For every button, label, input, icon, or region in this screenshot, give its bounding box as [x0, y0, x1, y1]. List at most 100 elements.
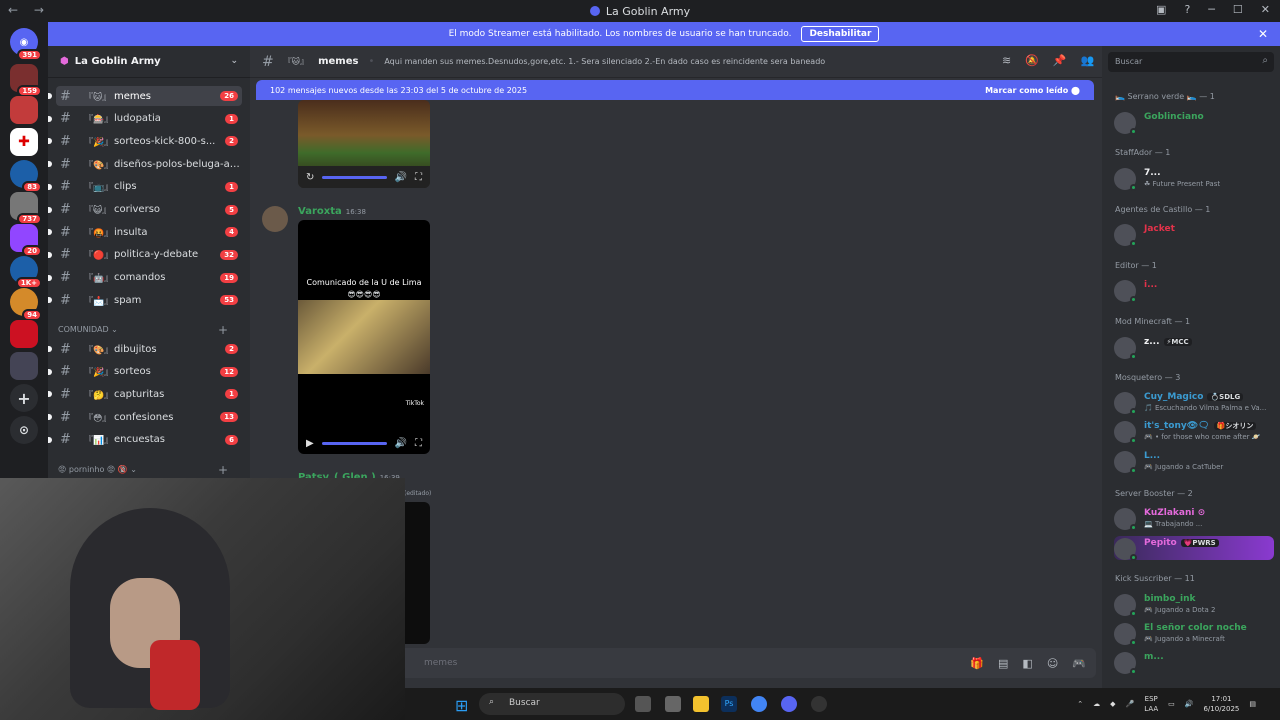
discover-icon[interactable]: ⊙: [10, 416, 38, 444]
sticker-icon[interactable]: ◧: [1022, 657, 1032, 670]
member-item[interactable]: L... 🎮 Jugando a CatTuber: [1114, 449, 1274, 474]
volume-icon[interactable]: 🔊: [1185, 700, 1194, 708]
category-comunidad[interactable]: COMUNIDAD ⌄ +: [58, 323, 228, 337]
fullscreen-icon[interactable]: ⛶: [415, 172, 422, 183]
guild-icon-8[interactable]: 94: [10, 288, 42, 321]
channel-comandos[interactable]: # 『🤖』 comandos 19: [48, 268, 242, 288]
server-header[interactable]: ⬢ La Goblin Army ⌄: [48, 46, 250, 78]
member-item[interactable]: z... ⚡MCC: [1114, 335, 1274, 360]
notification-icon[interactable]: ▤: [1249, 700, 1256, 708]
network-icon[interactable]: ▭: [1168, 700, 1175, 708]
close-banner-icon[interactable]: ✕: [1258, 27, 1268, 41]
guild-icon-2[interactable]: [10, 96, 38, 124]
forward-arrow-icon[interactable]: →: [34, 3, 50, 17]
guild-icon-9[interactable]: [10, 320, 38, 348]
channel-capturitas[interactable]: # 『🤔』 capturitas 1: [48, 384, 242, 404]
guild-icon-6[interactable]: 20: [10, 224, 42, 257]
taskbar-search[interactable]: ⌕ Buscar: [479, 693, 625, 715]
guild-icon-7[interactable]: 1K+: [10, 256, 42, 289]
apps-icon[interactable]: 🎮: [1072, 657, 1086, 670]
channel-confesiones[interactable]: # 『😳』 confesiones 13: [48, 407, 242, 427]
add-channel-icon[interactable]: +: [218, 323, 228, 337]
mark-read-button[interactable]: Marcar como leído ⬤: [985, 86, 1080, 95]
mic-icon[interactable]: 🎤: [1126, 700, 1135, 708]
new-messages-bar[interactable]: 102 mensajes nuevos desde las 23:03 del …: [256, 80, 1094, 100]
chrome-icon[interactable]: [751, 696, 767, 712]
channel-spam[interactable]: # 『📩』 spam 53: [48, 290, 242, 310]
pin-icon[interactable]: 📌: [1053, 54, 1067, 67]
close-window-button[interactable]: ✕: [1261, 3, 1270, 16]
minimize-button[interactable]: ─: [1208, 3, 1215, 16]
channel-encuestas[interactable]: # 『📊』 encuestas 6: [48, 430, 242, 450]
maximize-button[interactable]: ☐: [1233, 3, 1243, 16]
inbox-icon[interactable]: ▣: [1156, 3, 1166, 16]
author-name[interactable]: Varoxta: [298, 206, 342, 217]
shield-icon[interactable]: ◆: [1110, 700, 1115, 708]
threads-icon[interactable]: ≋: [1002, 54, 1011, 67]
member-item[interactable]: m...: [1114, 650, 1274, 675]
video-attachment[interactable]: Comunicado de la U de Lima 😎😎😎😎 TikTok ▶…: [298, 220, 430, 454]
member-item[interactable]: 7... ☘ Future Present Past: [1114, 166, 1274, 191]
cloud-icon[interactable]: ☁: [1093, 700, 1100, 708]
member-item[interactable]: Goblinciano: [1114, 110, 1274, 135]
member-list-icon[interactable]: 👥: [1081, 54, 1095, 67]
guild-icon-4[interactable]: 83: [10, 160, 42, 193]
member-item[interactable]: El señor color noche 🎮 Jugando a Minecraf…: [1114, 621, 1274, 646]
emoji-icon[interactable]: ☺: [1047, 657, 1058, 670]
discord-icon[interactable]: [781, 696, 797, 712]
gif-icon[interactable]: ▤: [998, 657, 1008, 670]
member-item[interactable]: bimbo_ink 🎮 Jugando a Dota 2: [1114, 592, 1274, 617]
member-item[interactable]: i...: [1114, 278, 1274, 303]
progress-bar[interactable]: [321, 441, 387, 445]
disable-streamer-button[interactable]: Deshabilitar: [801, 26, 880, 42]
chevron-down-icon[interactable]: ⌄: [230, 56, 238, 66]
back-arrow-icon[interactable]: ←: [8, 3, 24, 17]
add-channel-icon[interactable]: +: [218, 463, 228, 477]
show-hidden-icon[interactable]: ⌃: [1077, 700, 1083, 708]
guild-icon-5[interactable]: 737: [10, 192, 42, 225]
volume-icon[interactable]: 🔊: [395, 438, 407, 449]
obs-icon[interactable]: [811, 696, 827, 712]
video-attachment[interactable]: ↻ 🔊 ⛶: [298, 100, 430, 188]
replay-icon[interactable]: ↻: [306, 172, 314, 183]
channel-ludopatia[interactable]: # 『🎰』 ludopatia 1: [48, 109, 242, 129]
guild-icon-10[interactable]: [10, 352, 38, 380]
channel-memes[interactable]: # 『🐱』 memes 26: [48, 86, 242, 106]
direct-messages-icon[interactable]: ◉ 391: [10, 28, 42, 61]
play-icon[interactable]: ▶: [306, 438, 314, 449]
category-porninho[interactable]: 😡 porninho 😡 🔞 ⌄ +: [58, 463, 228, 477]
search-input[interactable]: Buscar ⌕: [1108, 52, 1274, 72]
nav-arrows[interactable]: ← →: [8, 3, 50, 17]
guild-icon-1[interactable]: 159: [10, 64, 42, 97]
member-item[interactable]: Pepito 💗PWRS: [1114, 536, 1274, 561]
member-item[interactable]: Jacket: [1114, 222, 1274, 247]
channel-dise-os-polos-beluga-ar-[interactable]: # 『🎨』 diseños-polos-beluga-ar...: [48, 154, 242, 174]
notifications-icon[interactable]: 🔕: [1025, 54, 1039, 67]
message-author[interactable]: Varoxta 16:38: [298, 206, 366, 217]
clock[interactable]: 17:01 6/10/2025: [1203, 694, 1239, 714]
volume-icon[interactable]: 🔊: [395, 172, 407, 183]
avatar[interactable]: [262, 206, 288, 232]
progress-bar[interactable]: [322, 175, 387, 179]
member-item[interactable]: Cuy_Magico 💍SDLG 🎵 Escuchando Vilma Palma …: [1114, 390, 1274, 415]
channel-dibujitos[interactable]: # 『🎨』 dibujitos 2: [48, 339, 242, 359]
guild-icon-3[interactable]: ✚: [10, 128, 38, 156]
add-server-icon[interactable]: +: [10, 384, 38, 412]
app-icon[interactable]: [665, 696, 681, 712]
channel-coriverso[interactable]: # 『😺』 coriverso 5: [48, 200, 242, 220]
channel-politica-y-debate[interactable]: # 『🔴』 politica-y-debate 32: [48, 245, 242, 265]
channel-insulta[interactable]: # 『🤬』 insulta 4: [48, 222, 242, 242]
photoshop-icon[interactable]: Ps: [721, 696, 737, 712]
channel-topic[interactable]: Aqui manden sus memes.Desnudos,gore,etc.…: [384, 57, 854, 66]
gift-icon[interactable]: 🎁: [970, 657, 984, 670]
member-item[interactable]: KuZlakani ⊙ 💻 Trabajando ...: [1114, 506, 1274, 531]
member-item[interactable]: it's_tony👁🗨 🎁シオリン 🎮 • for those who come a…: [1114, 419, 1274, 444]
task-view-icon[interactable]: [635, 696, 651, 712]
fullscreen-icon[interactable]: ⛶: [415, 438, 422, 449]
windows-start-icon[interactable]: ⊞: [455, 696, 468, 715]
channel-clips[interactable]: # 『📺』 clips 1: [48, 177, 242, 197]
help-icon[interactable]: ?: [1184, 3, 1190, 16]
channel-sorteos[interactable]: # 『🎉』 sorteos 12: [48, 362, 242, 382]
language-indicator[interactable]: ESP LAA: [1144, 694, 1158, 714]
channel-sorteos-kick-800-s-[interactable]: # 『🎉』 sorteos-kick-800-s... 2: [48, 131, 242, 151]
